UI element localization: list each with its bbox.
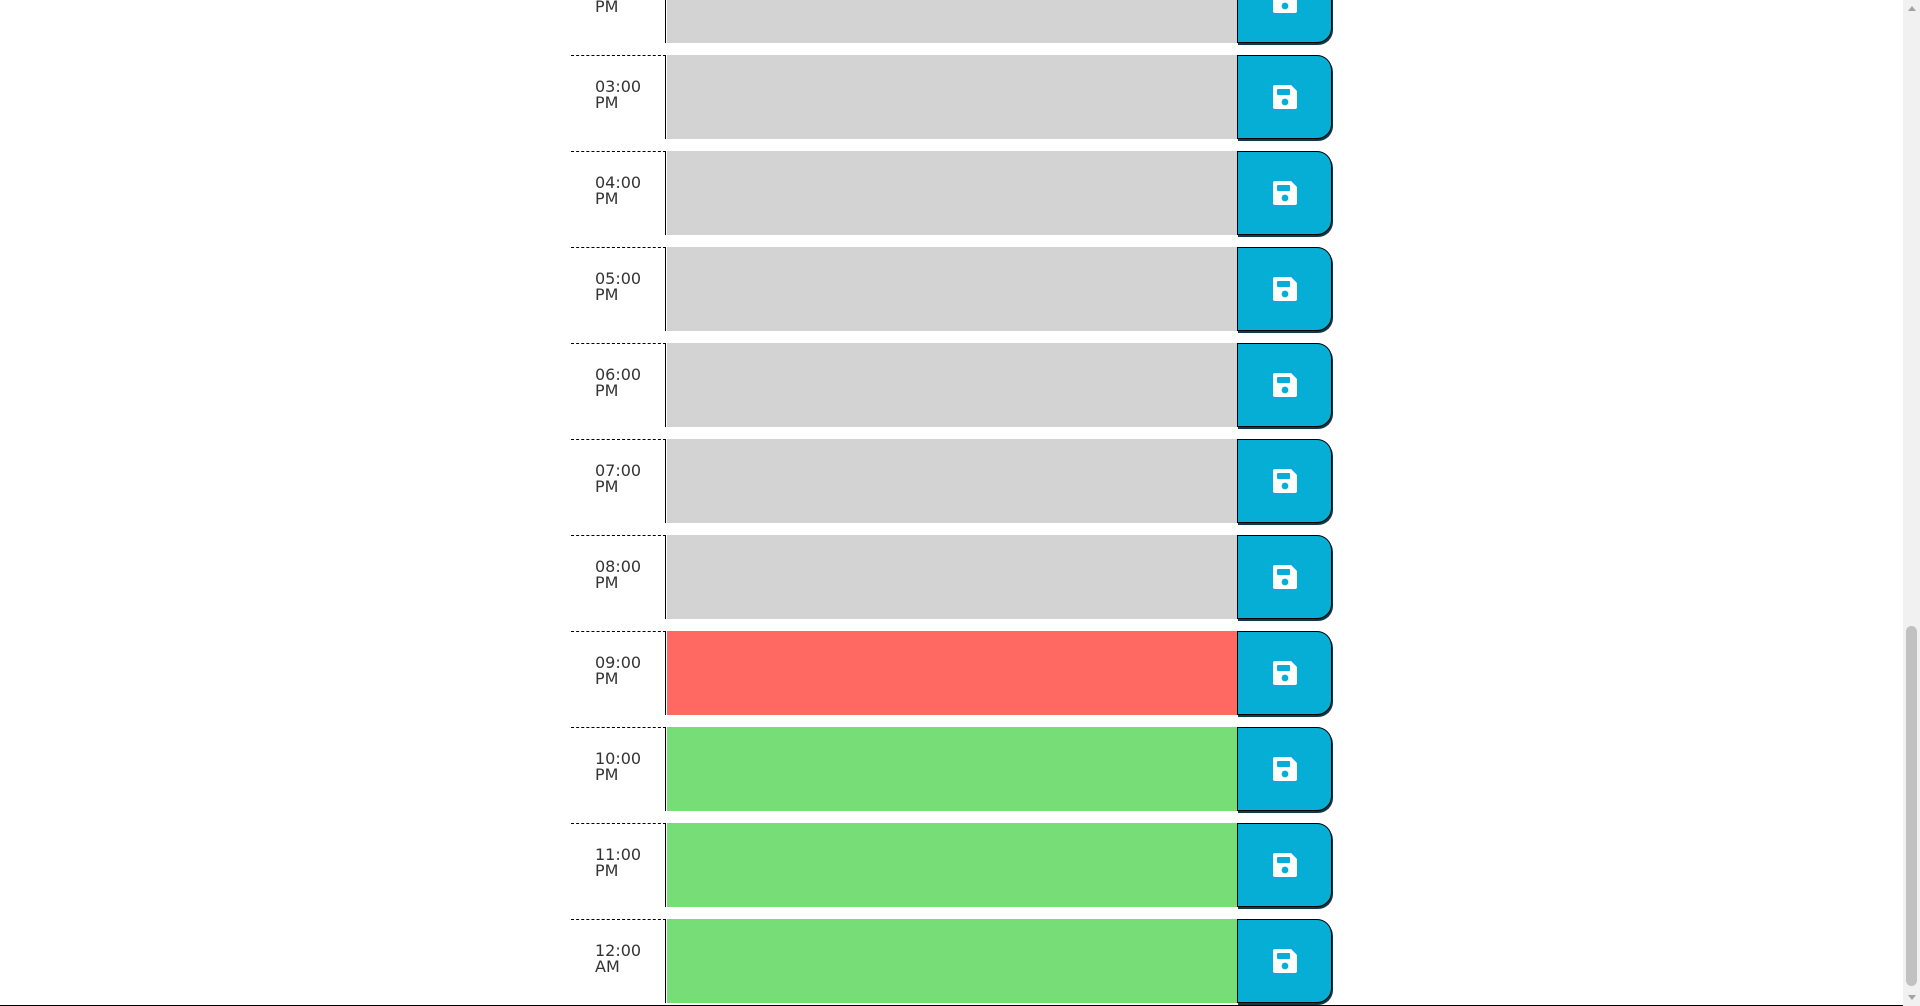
scroll-down-arrow-icon[interactable] [1903, 989, 1920, 1006]
task-textarea[interactable] [667, 535, 1237, 619]
floppy-disk-icon [1272, 0, 1297, 13]
floppy-disk-icon [1272, 85, 1297, 109]
hour-label: 09:00 PM [595, 653, 642, 688]
save-button[interactable] [1237, 727, 1332, 811]
time-block-list: 02:00 PM 03:00 PM 04:00 PM [571, 0, 1332, 1006]
hour-label: 11:00 PM [595, 845, 642, 880]
hour-column: 02:00 PM [571, 0, 666, 43]
scroll-up-arrow-icon[interactable] [1903, 0, 1920, 17]
scheduler-viewport: 02:00 PM 03:00 PM 04:00 PM [0, 0, 1903, 1006]
task-textarea[interactable] [667, 151, 1237, 235]
task-textarea[interactable] [667, 55, 1237, 139]
time-block-row: 09:00 PM [571, 631, 1332, 727]
save-button[interactable] [1237, 919, 1332, 1003]
time-block-row: 12:00 AM [571, 919, 1332, 1006]
task-textarea[interactable] [667, 823, 1237, 907]
hour-column: 04:00 PM [571, 151, 666, 235]
vertical-scrollbar[interactable] [1903, 0, 1920, 1006]
floppy-disk-icon [1272, 373, 1297, 397]
time-block-row: 06:00 PM [571, 343, 1332, 439]
hour-label: 08:00 PM [595, 557, 642, 592]
hour-column: 06:00 PM [571, 343, 666, 427]
save-button[interactable] [1237, 247, 1332, 331]
floppy-disk-icon [1272, 949, 1297, 973]
time-block-row: 05:00 PM [571, 247, 1332, 343]
hour-label: 07:00 PM [595, 461, 642, 496]
hour-label: 10:00 PM [595, 749, 642, 784]
task-textarea[interactable] [667, 0, 1237, 43]
save-button[interactable] [1237, 535, 1332, 619]
floppy-disk-icon [1272, 565, 1297, 589]
floppy-disk-icon [1272, 853, 1297, 877]
hour-label: 12:00 AM [595, 941, 642, 976]
time-block-row: 04:00 PM [571, 151, 1332, 247]
hour-column: 11:00 PM [571, 823, 666, 907]
save-button[interactable] [1237, 151, 1332, 235]
scrollbar-thumb[interactable] [1906, 626, 1917, 986]
task-textarea[interactable] [667, 247, 1237, 331]
task-textarea[interactable] [667, 631, 1237, 715]
time-block-row: 10:00 PM [571, 727, 1332, 823]
hour-label: 03:00 PM [595, 77, 642, 112]
save-button[interactable] [1237, 439, 1332, 523]
save-button[interactable] [1237, 631, 1332, 715]
hour-label: 06:00 PM [595, 365, 642, 400]
hour-label: 04:00 PM [595, 173, 642, 208]
hour-column: 10:00 PM [571, 727, 666, 811]
save-button[interactable] [1237, 343, 1332, 427]
hour-column: 12:00 AM [571, 919, 666, 1003]
hour-column: 08:00 PM [571, 535, 666, 619]
floppy-disk-icon [1272, 181, 1297, 205]
hour-column: 09:00 PM [571, 631, 666, 715]
save-button[interactable] [1237, 823, 1332, 907]
floppy-disk-icon [1272, 469, 1297, 493]
time-block-row: 08:00 PM [571, 535, 1332, 631]
hour-column: 05:00 PM [571, 247, 666, 331]
floppy-disk-icon [1272, 661, 1297, 685]
task-textarea[interactable] [667, 343, 1237, 427]
hour-label: 05:00 PM [595, 269, 642, 304]
task-textarea[interactable] [667, 439, 1237, 523]
save-button[interactable] [1237, 0, 1332, 43]
hour-label: 02:00 PM [595, 0, 619, 16]
task-textarea[interactable] [667, 919, 1237, 1003]
time-block-row: 11:00 PM [571, 823, 1332, 919]
floppy-disk-icon [1272, 757, 1297, 781]
hour-column: 07:00 PM [571, 439, 666, 523]
time-block-row: 03:00 PM [571, 55, 1332, 151]
save-button[interactable] [1237, 55, 1332, 139]
floppy-disk-icon [1272, 277, 1297, 301]
time-block-row: 02:00 PM [571, 0, 1332, 55]
hour-column: 03:00 PM [571, 55, 666, 139]
time-block-row: 07:00 PM [571, 439, 1332, 535]
task-textarea[interactable] [667, 727, 1237, 811]
